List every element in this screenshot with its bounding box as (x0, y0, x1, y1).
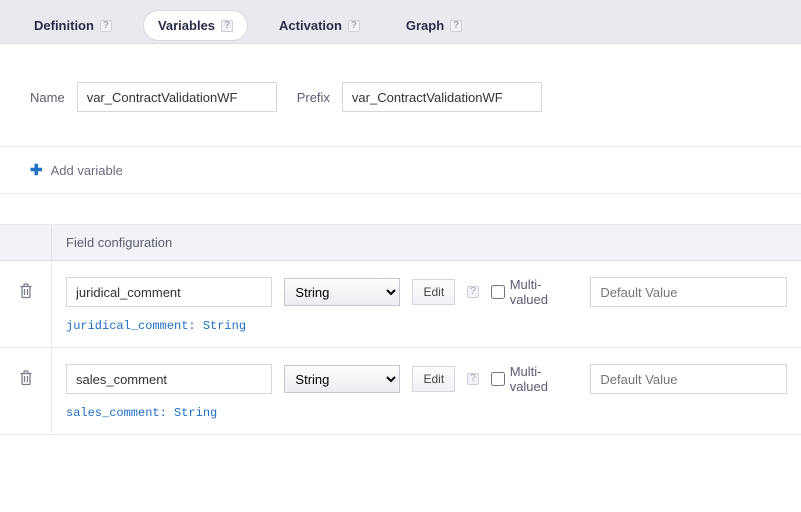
tab-graph-label: Graph (406, 18, 444, 33)
tab-activation-label: Activation (279, 18, 342, 33)
variable-row: String Edit ? Multi-valued sales_comment… (0, 348, 801, 435)
multi-valued-checkbox[interactable] (491, 285, 505, 299)
variable-body: String Edit ? Multi-valued juridical_com… (52, 261, 801, 347)
variable-controls: String Edit ? Multi-valued (66, 277, 787, 307)
add-variable-label: Add variable (51, 163, 123, 178)
name-prefix-row: Name Prefix (0, 44, 801, 146)
field-config-title: Field configuration (52, 235, 172, 250)
name-input[interactable] (77, 82, 277, 112)
tab-variables-label: Variables (158, 18, 215, 33)
help-icon[interactable]: ? (450, 20, 462, 32)
type-select[interactable]: String (284, 278, 400, 306)
variable-body: String Edit ? Multi-valued sales_comment… (52, 348, 801, 434)
help-icon[interactable]: ? (221, 20, 233, 32)
header-spacer (0, 225, 52, 260)
add-variable-button[interactable]: ✚ Add variable (0, 146, 801, 194)
multi-valued-label: Multi-valued (510, 364, 579, 394)
default-value-input[interactable] (590, 277, 787, 307)
type-select[interactable]: String (284, 365, 400, 393)
content-area: Name Prefix ✚ Add variable Field configu… (0, 44, 801, 435)
trash-icon[interactable] (19, 283, 33, 299)
variable-controls: String Edit ? Multi-valued (66, 364, 787, 394)
delete-column (0, 348, 52, 434)
multi-valued-control: Multi-valued (491, 277, 578, 307)
edit-button[interactable]: Edit (412, 279, 455, 305)
help-icon[interactable]: ? (467, 373, 479, 385)
field-config-section: Field configuration String (0, 224, 801, 435)
delete-column (0, 261, 52, 347)
edit-button[interactable]: Edit (412, 366, 455, 392)
help-icon[interactable]: ? (467, 286, 479, 298)
prefix-label: Prefix (297, 90, 330, 105)
multi-valued-control: Multi-valued (491, 364, 578, 394)
multi-valued-label: Multi-valued (510, 277, 579, 307)
prefix-input[interactable] (342, 82, 542, 112)
variable-type-description: sales_comment: String (66, 406, 787, 420)
plus-icon: ✚ (30, 161, 43, 179)
help-icon[interactable]: ? (100, 20, 112, 32)
tab-activation[interactable]: Activation ? (265, 11, 374, 40)
help-icon[interactable]: ? (348, 20, 360, 32)
tab-variables[interactable]: Variables ? (144, 11, 247, 40)
tab-definition[interactable]: Definition ? (20, 11, 126, 40)
default-value-input[interactable] (590, 364, 787, 394)
tab-graph[interactable]: Graph ? (392, 11, 476, 40)
trash-icon[interactable] (19, 370, 33, 386)
tab-definition-label: Definition (34, 18, 94, 33)
variable-row: String Edit ? Multi-valued juridical_com… (0, 261, 801, 348)
name-label: Name (30, 90, 65, 105)
variable-name-input[interactable] (66, 364, 272, 394)
variable-name-input[interactable] (66, 277, 272, 307)
field-config-header: Field configuration (0, 225, 801, 261)
variable-type-description: juridical_comment: String (66, 319, 787, 333)
tabs-bar: Definition ? Variables ? Activation ? Gr… (0, 0, 801, 44)
multi-valued-checkbox[interactable] (491, 372, 505, 386)
